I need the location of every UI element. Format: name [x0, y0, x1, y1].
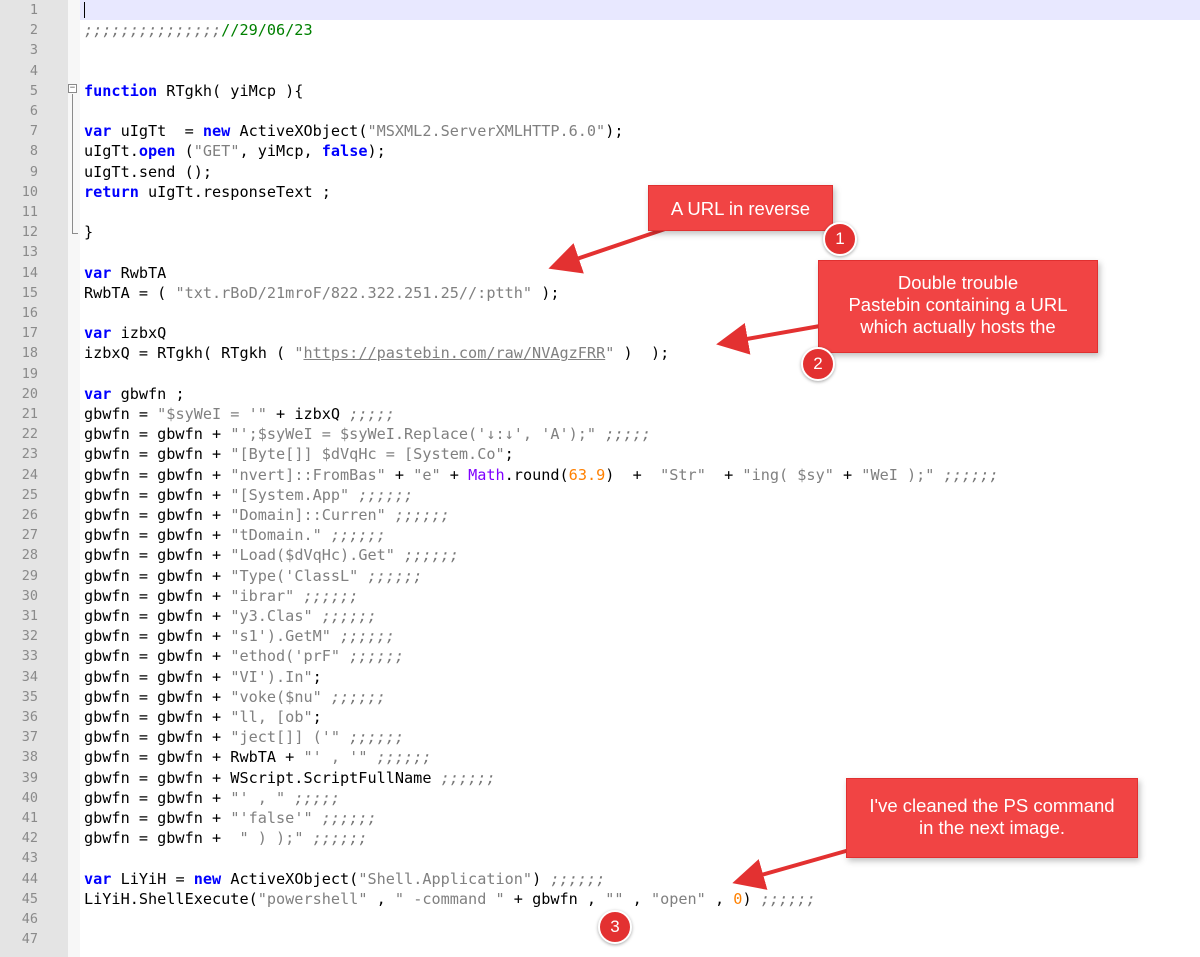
arrow-1 [548, 226, 669, 274]
badge-3: 3 [598, 910, 632, 944]
callout-2-line-1: Double trouble [897, 272, 1019, 293]
arrow-2 [716, 323, 821, 355]
callout-3-line-2: in the next image. [918, 817, 1066, 838]
callout-2-line-3: which actually hosts the [860, 316, 1056, 337]
callout-cleaned-ps: I've cleaned the PS command in the next … [846, 778, 1138, 858]
badge-1: 1 [823, 222, 857, 256]
callout-1-line-1: A URL in reverse [670, 198, 811, 219]
callout-2-line-2: Pastebin containing a URL [848, 294, 1068, 315]
badge-2: 2 [801, 347, 835, 381]
arrow-3 [732, 845, 861, 890]
callout-double-trouble: Double trouble Pastebin containing a URL… [818, 260, 1098, 353]
callout-3-line-1: I've cleaned the PS command [869, 795, 1115, 816]
callout-url-reverse: A URL in reverse [648, 185, 833, 231]
